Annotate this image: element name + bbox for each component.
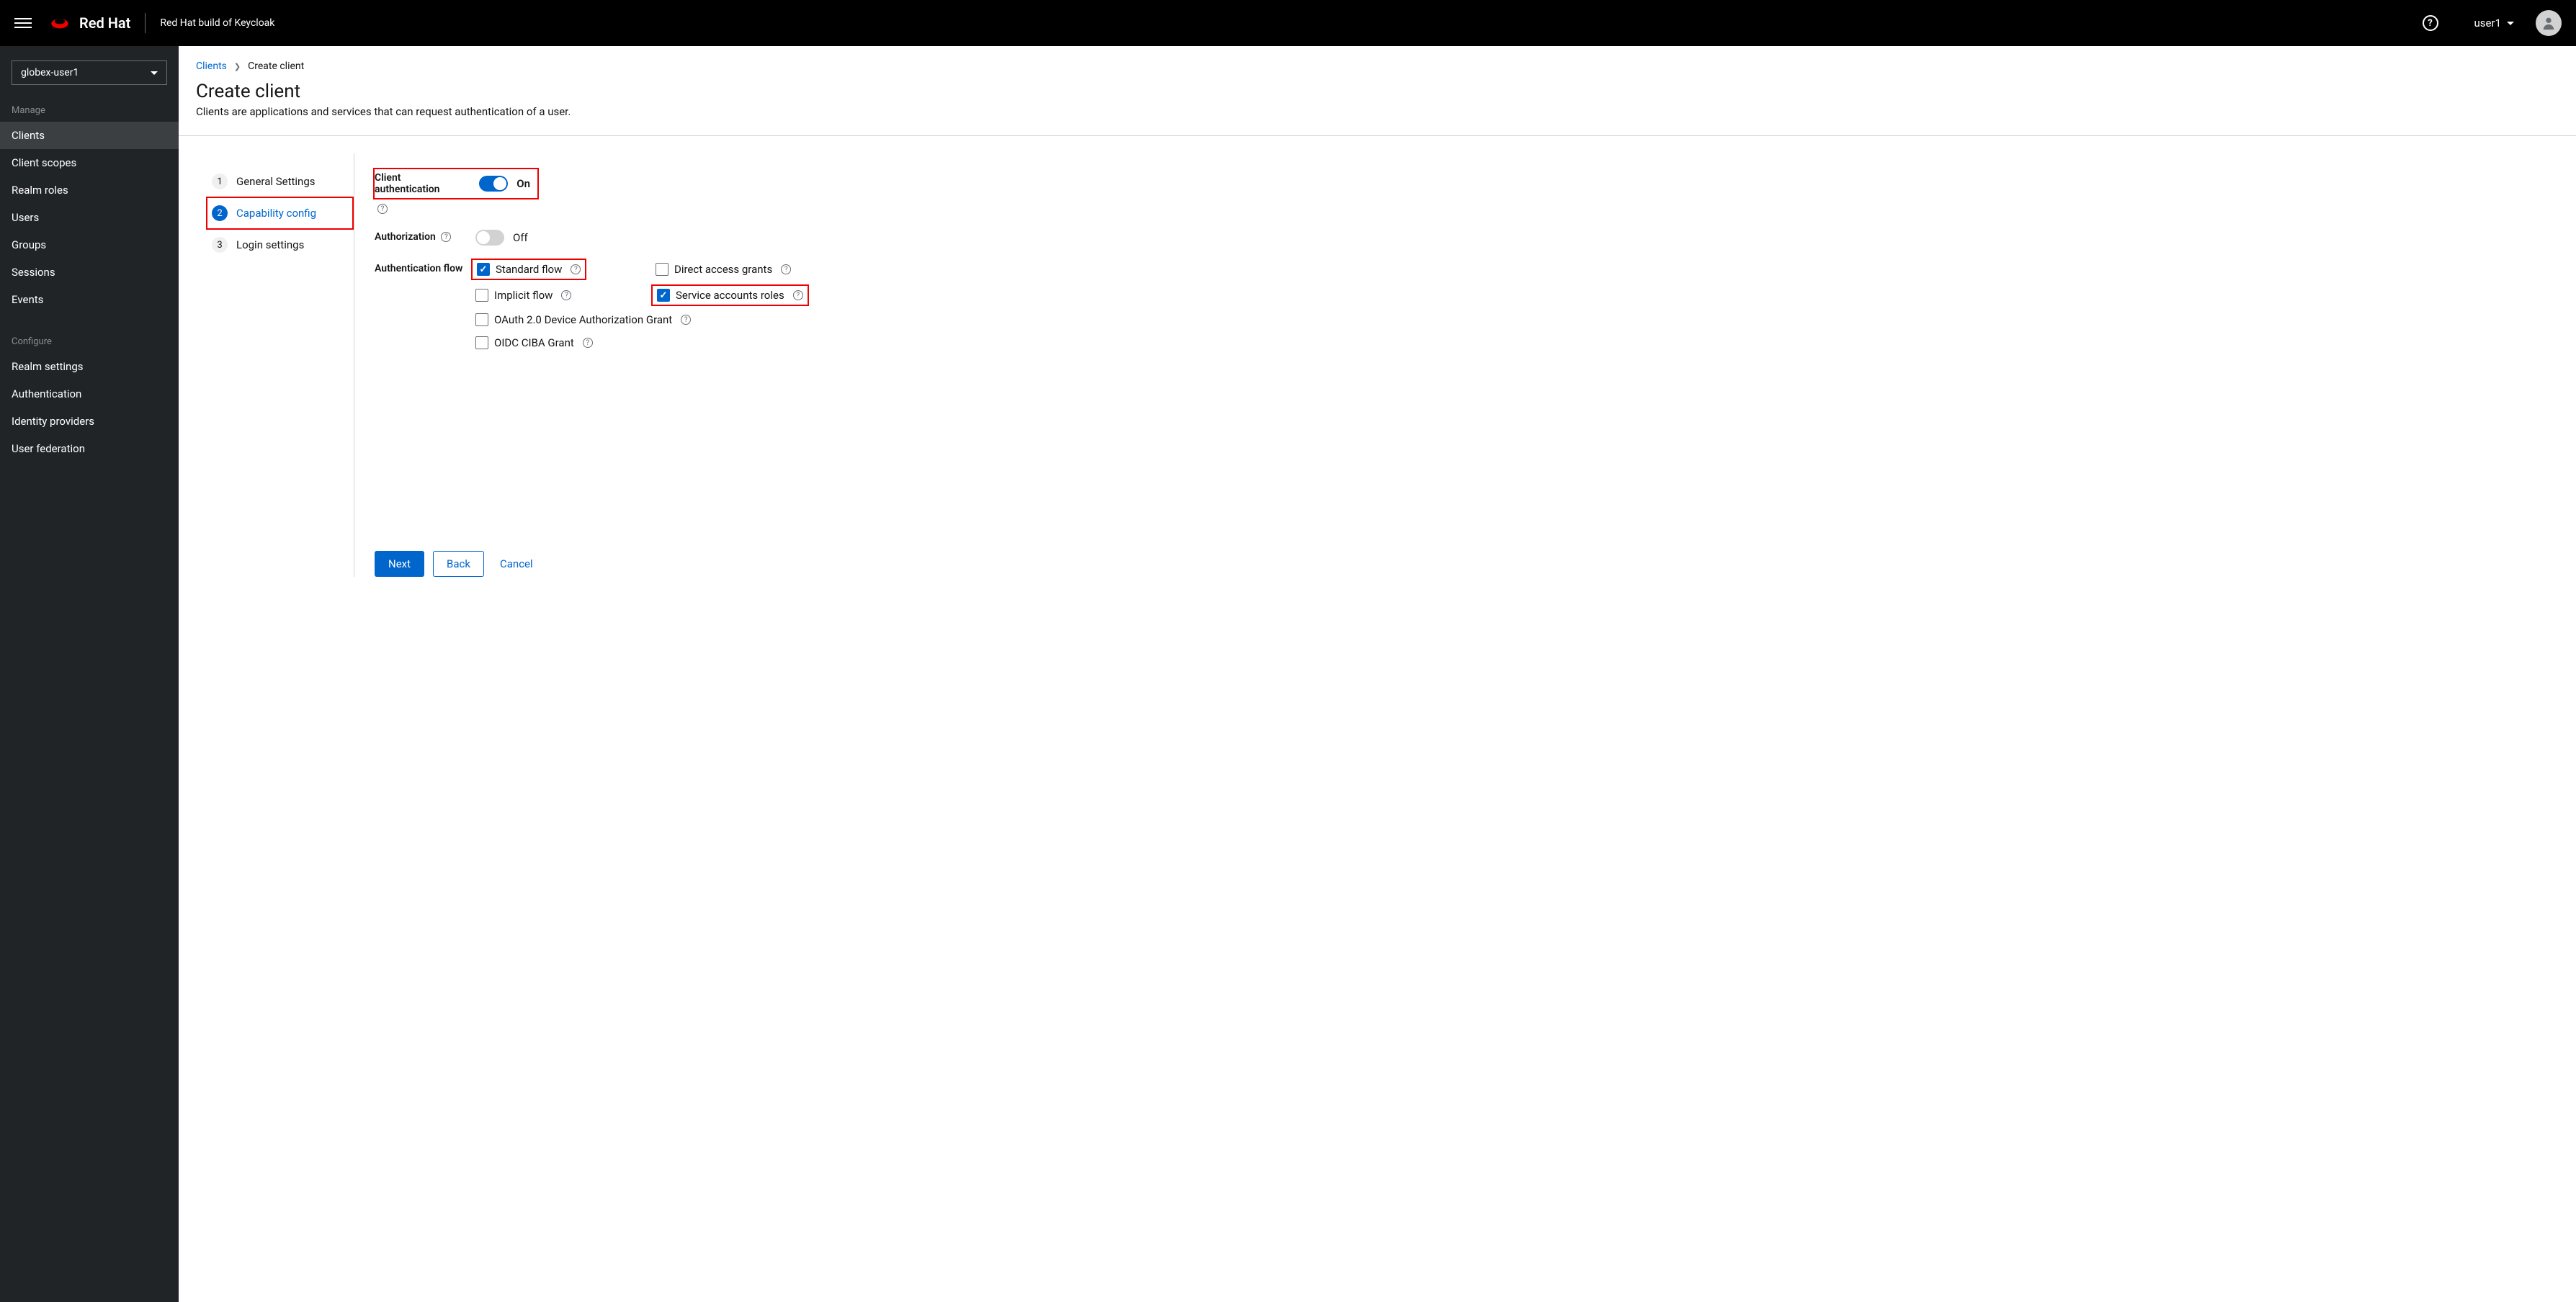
help-icon[interactable]: ?	[561, 290, 571, 300]
flow-direct[interactable]: Direct access grants?	[656, 261, 843, 277]
main-content: Clients ❯ Create client Create client Cl…	[179, 46, 2576, 1302]
back-button[interactable]: Back	[433, 551, 484, 577]
wizard-body: Client authentication On ? Authorization…	[354, 153, 873, 577]
sidebar: globex-user1 Manage Clients Client scope…	[0, 46, 179, 1302]
caret-down-icon	[151, 71, 158, 75]
page-title: Create client	[196, 81, 2559, 102]
sidebar-item-realm-settings[interactable]: Realm settings	[0, 353, 179, 380]
header-divider	[145, 13, 146, 33]
breadcrumb-parent[interactable]: Clients	[196, 60, 227, 72]
sidebar-heading-configure: Configure	[0, 331, 179, 353]
cancel-button[interactable]: Cancel	[493, 552, 540, 576]
flow-oauth-device[interactable]: OAuth 2.0 Device Authorization Grant?	[475, 313, 843, 326]
brand-logo[interactable]: Red Hat	[49, 14, 130, 32]
sidebar-item-realm-roles[interactable]: Realm roles	[0, 176, 179, 204]
breadcrumb: Clients ❯ Create client	[196, 60, 2559, 72]
wizard-footer: Next Back Cancel	[375, 551, 873, 577]
sidebar-item-groups[interactable]: Groups	[0, 231, 179, 259]
sidebar-item-authentication[interactable]: Authentication	[0, 380, 179, 408]
flow-service[interactable]: Service accounts roles?	[656, 287, 843, 303]
checkbox-direct[interactable]	[656, 263, 668, 276]
divider	[179, 135, 2576, 136]
checkbox-implicit[interactable]	[475, 289, 488, 302]
authorization-value: Off	[513, 231, 528, 244]
sidebar-item-identity-providers[interactable]: Identity providers	[0, 408, 179, 435]
sidebar-item-client-scopes[interactable]: Client scopes	[0, 149, 179, 176]
wizard-step-login[interactable]: 3 Login settings	[207, 230, 354, 260]
checkbox-service[interactable]	[657, 289, 670, 302]
client-auth-value: On	[516, 177, 530, 190]
user-menu[interactable]: user1	[2474, 17, 2514, 30]
breadcrumb-current: Create client	[248, 60, 304, 72]
help-icon[interactable]: ?	[441, 232, 451, 242]
sidebar-item-users[interactable]: Users	[0, 204, 179, 231]
help-icon[interactable]: ?	[781, 264, 791, 274]
realm-selector[interactable]: globex-user1	[12, 60, 167, 85]
flow-oidc-ciba[interactable]: OIDC CIBA Grant?	[475, 336, 843, 349]
avatar[interactable]	[2536, 10, 2562, 36]
sidebar-item-clients[interactable]: Clients	[0, 122, 179, 149]
next-button[interactable]: Next	[375, 551, 424, 577]
flow-standard[interactable]: Standard flow?	[475, 261, 641, 277]
caret-down-icon	[2507, 22, 2514, 25]
redhat-icon	[49, 15, 71, 31]
product-name: Red Hat build of Keycloak	[160, 17, 274, 29]
sidebar-item-events[interactable]: Events	[0, 286, 179, 313]
wizard-step-capability[interactable]: 2 Capability config	[206, 197, 354, 230]
checkbox-oidc-ciba[interactable]	[475, 336, 488, 349]
help-icon[interactable]: ?	[583, 338, 593, 348]
username: user1	[2474, 17, 2501, 30]
page-description: Clients are applications and services th…	[196, 105, 2559, 118]
help-icon[interactable]: ?	[571, 264, 581, 274]
sidebar-item-sessions[interactable]: Sessions	[0, 259, 179, 286]
user-icon	[2541, 15, 2557, 31]
wizard-step-general[interactable]: 1 General Settings	[207, 166, 354, 197]
checkbox-standard[interactable]	[477, 263, 490, 276]
app-header: Red Hat Red Hat build of Keycloak ? user…	[0, 0, 2576, 46]
sidebar-heading-manage: Manage	[0, 99, 179, 122]
auth-flow-label: Authentication flow	[375, 261, 475, 274]
help-icon[interactable]: ?	[793, 290, 803, 300]
brand-text: Red Hat	[79, 14, 130, 32]
help-icon[interactable]: ?	[2423, 15, 2438, 31]
sidebar-item-user-federation[interactable]: User federation	[0, 435, 179, 462]
wizard-nav: 1 General Settings 2 Capability config 3…	[196, 153, 354, 577]
realm-name: globex-user1	[21, 67, 79, 78]
hamburger-icon[interactable]	[14, 14, 32, 32]
chevron-right-icon: ❯	[234, 62, 241, 71]
authorization-label: Authorization ?	[375, 230, 475, 243]
client-auth-toggle[interactable]	[479, 176, 508, 192]
help-icon[interactable]: ?	[681, 315, 691, 325]
flow-implicit[interactable]: Implicit flow?	[475, 287, 641, 303]
checkbox-oauth-device[interactable]	[475, 313, 488, 326]
help-icon[interactable]: ?	[377, 204, 388, 214]
client-auth-label: Client authentication On ?	[375, 166, 475, 214]
authorization-toggle[interactable]	[475, 230, 504, 246]
